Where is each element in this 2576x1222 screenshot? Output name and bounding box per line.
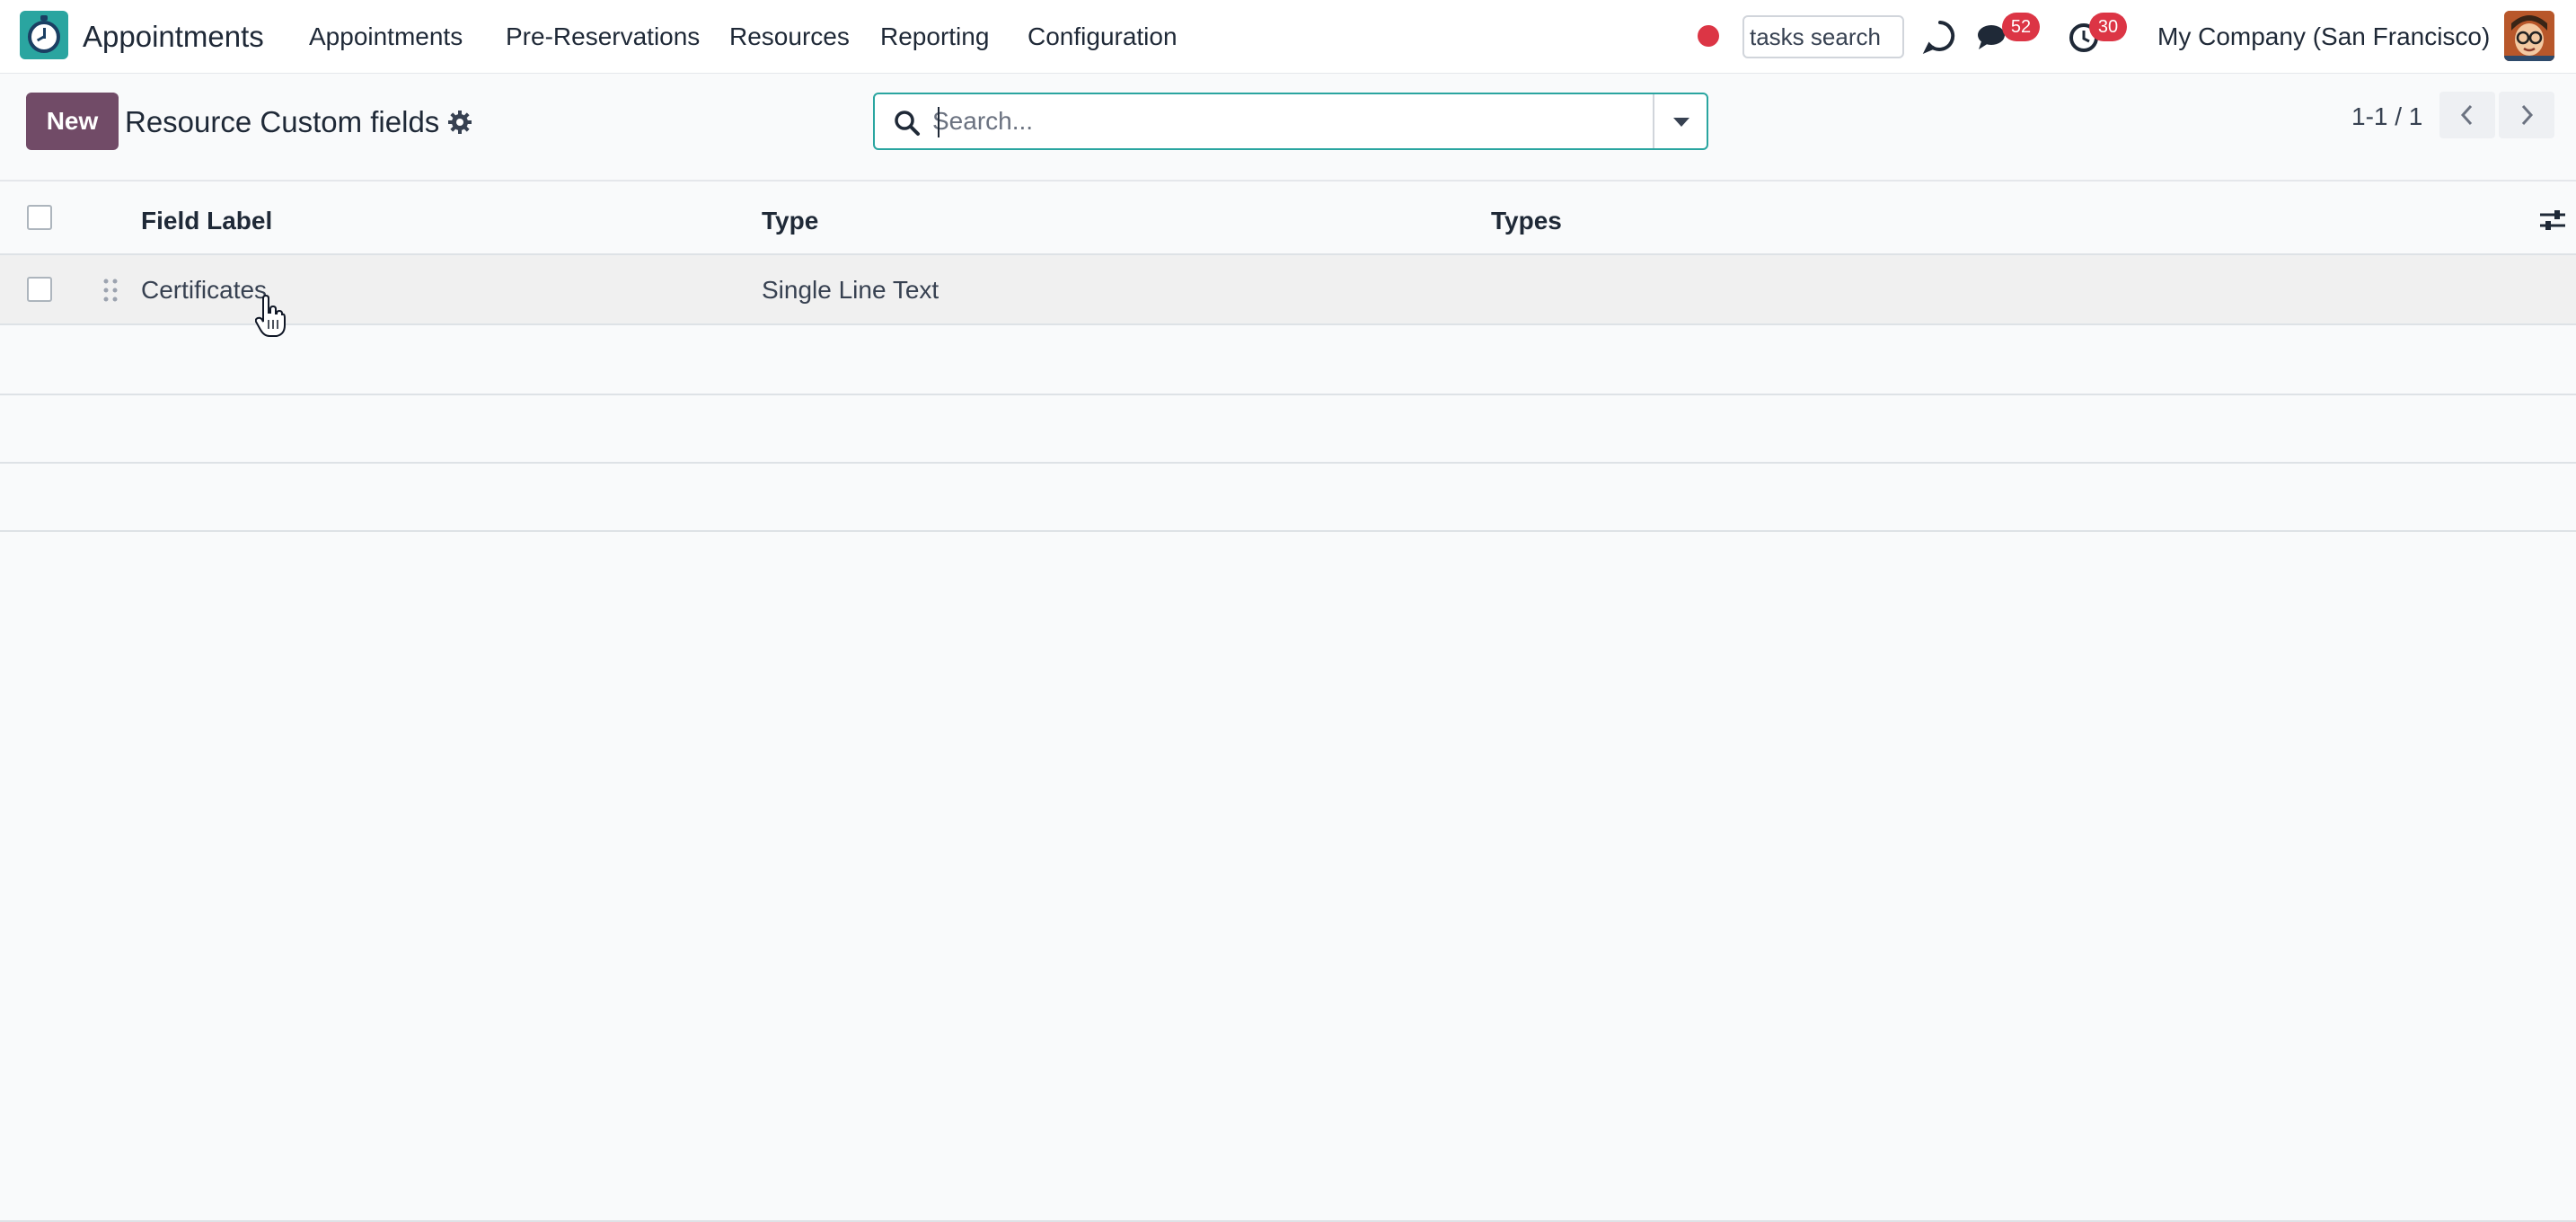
- empty-row: [0, 325, 2576, 395]
- gear-icon[interactable]: [447, 110, 472, 135]
- app-name[interactable]: Appointments: [83, 20, 264, 54]
- discuss-badge: 52: [2002, 13, 2040, 41]
- company-switcher[interactable]: My Company (San Francisco): [2157, 22, 2490, 51]
- search-bar: [873, 93, 1708, 150]
- table-row[interactable]: Certificates Single Line Text: [0, 255, 2576, 325]
- row-checkbox[interactable]: [27, 277, 52, 302]
- top-navbar: Appointments Appointments Pre-Reservatio…: [0, 0, 2576, 74]
- chevron-right-icon: [2521, 104, 2534, 126]
- search-input[interactable]: [932, 102, 1615, 141]
- list-header: Field Label Type Types: [0, 180, 2576, 255]
- caret-down-icon: [1673, 118, 1689, 127]
- cell-field-label[interactable]: Certificates: [141, 276, 267, 305]
- select-all-checkbox[interactable]: [27, 205, 52, 230]
- cell-type[interactable]: Single Line Text: [762, 276, 939, 305]
- menu-item-pre-reservations[interactable]: Pre-Reservations: [506, 22, 700, 51]
- recording-status-icon[interactable]: [1698, 25, 1719, 47]
- tasks-search-input[interactable]: [1742, 15, 1904, 58]
- appointments-clock-icon[interactable]: [20, 11, 68, 59]
- pager-next-button[interactable]: [2499, 92, 2554, 138]
- menu-item-configuration[interactable]: Configuration: [1028, 22, 1178, 51]
- search-options-toggle[interactable]: [1653, 94, 1707, 148]
- user-avatar[interactable]: [2504, 11, 2554, 61]
- pager-value[interactable]: 1-1 / 1: [2351, 102, 2422, 131]
- column-header-type[interactable]: Type: [762, 207, 818, 235]
- drag-handle-icon[interactable]: [102, 277, 119, 304]
- new-button[interactable]: New: [26, 93, 119, 150]
- mouse-pointer-hand-icon: [255, 295, 286, 337]
- sliders-icon[interactable]: [2538, 207, 2567, 234]
- activities-badge: 30: [2089, 13, 2127, 41]
- menu-item-appointments[interactable]: Appointments: [309, 22, 463, 51]
- column-header-field-label[interactable]: Field Label: [141, 207, 272, 235]
- empty-row: [0, 395, 2576, 464]
- empty-row: [0, 464, 2576, 532]
- text-cursor: [938, 107, 940, 137]
- column-header-types[interactable]: Types: [1491, 207, 1562, 235]
- page-title: Resource Custom fields: [125, 105, 440, 138]
- menu-item-reporting[interactable]: Reporting: [880, 22, 989, 51]
- menu-item-resources[interactable]: Resources: [729, 22, 850, 51]
- odoobot-icon[interactable]: [1922, 18, 1958, 54]
- pager-previous-button[interactable]: [2439, 92, 2495, 138]
- search-icon: [895, 111, 920, 136]
- chevron-left-icon: [2460, 104, 2473, 126]
